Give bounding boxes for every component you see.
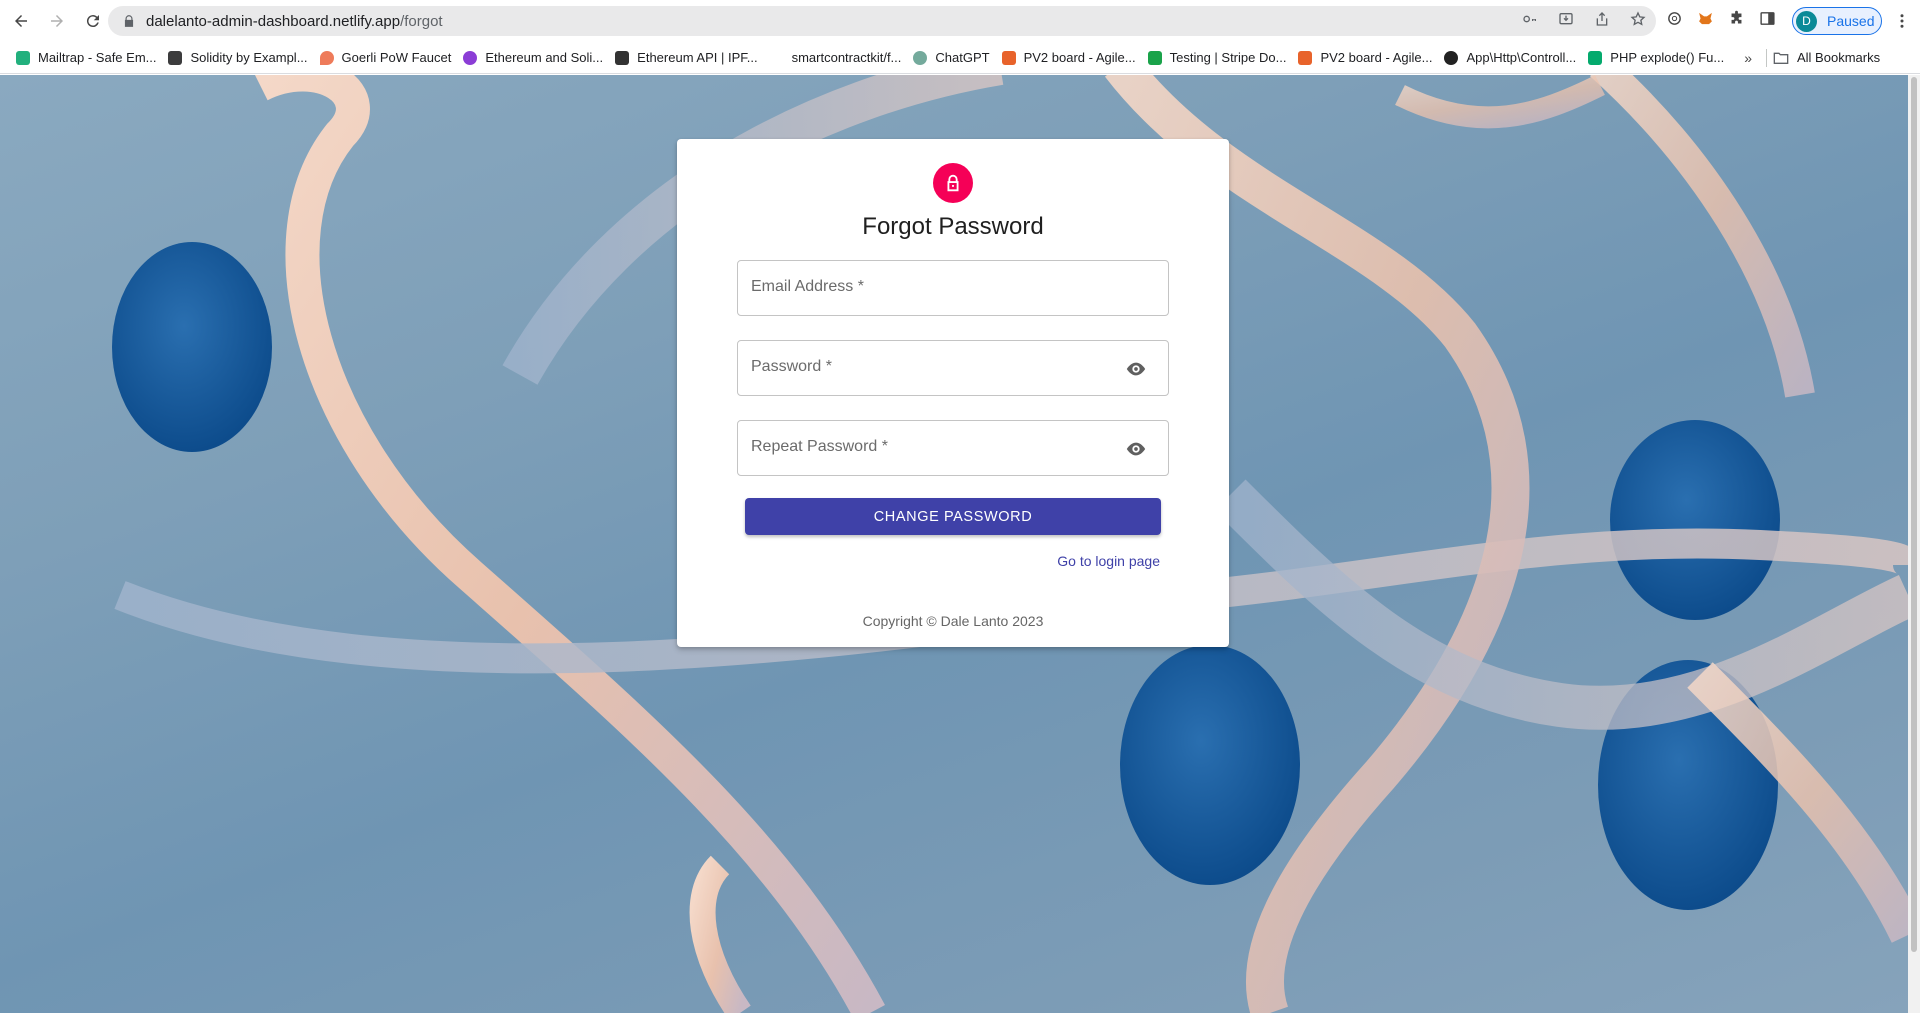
password-input[interactable]: [738, 341, 1168, 395]
eye-icon[interactable]: [1124, 437, 1148, 461]
page-title: Forgot Password: [862, 213, 1044, 240]
password-field[interactable]: Password *: [737, 340, 1169, 396]
bookmark-star-icon[interactable]: [1630, 10, 1646, 32]
page-viewport: Forgot Password Email Address * Password…: [0, 75, 1908, 1013]
copyright-text: Copyright © Dale Lanto 2023: [862, 613, 1044, 629]
bookmarks-divider: [1766, 48, 1767, 67]
bookmark-favicon-icon: [1147, 50, 1162, 65]
extensions-area: [1666, 6, 1776, 36]
bookmark-favicon-icon: [615, 50, 630, 65]
extensions-puzzle-icon[interactable]: [1728, 10, 1745, 32]
bookmark-item[interactable]: PV2 board - Agile...: [1294, 45, 1440, 71]
folder-icon: [1773, 52, 1789, 64]
bookmark-favicon-icon: [913, 50, 928, 65]
bookmark-favicon-icon: [319, 50, 334, 65]
url-text: dalelanto-admin-dashboard.netlify.app/fo…: [146, 12, 443, 30]
bookmark-item[interactable]: Goerli PoW Faucet: [316, 45, 460, 71]
side-panel-icon[interactable]: [1759, 10, 1776, 32]
go-to-login-link[interactable]: Go to login page: [1057, 553, 1160, 569]
bookmark-item[interactable]: Solidity by Exampl...: [164, 45, 315, 71]
bookmark-item[interactable]: Ethereum API | IPF...: [611, 45, 765, 71]
bookmark-item[interactable]: Mailtrap - Safe Em...: [12, 45, 164, 71]
bookmark-item[interactable]: PV2 board - Agile...: [998, 45, 1144, 71]
forgot-password-card: Forgot Password Email Address * Password…: [677, 139, 1229, 647]
repeat-password-field[interactable]: Repeat Password *: [737, 420, 1169, 476]
site-info-icon[interactable]: [122, 14, 136, 28]
repeat-password-input[interactable]: [738, 421, 1168, 475]
back-icon[interactable]: [6, 6, 36, 36]
bookmark-favicon-icon: [1001, 50, 1016, 65]
bookmark-item[interactable]: ChatGPT: [909, 45, 997, 71]
eye-icon[interactable]: [1124, 357, 1148, 381]
lock-icon: [933, 163, 973, 203]
bookmark-item[interactable]: smartcontractkit/f...: [766, 45, 910, 71]
bookmark-favicon-icon: [769, 50, 784, 65]
bookmark-favicon-icon: [463, 50, 478, 65]
bookmark-favicon-icon: [1588, 50, 1603, 65]
email-input[interactable]: [738, 261, 1168, 315]
page-scrollbar[interactable]: [1908, 75, 1920, 1013]
browser-menu-icon[interactable]: [1892, 8, 1912, 34]
bookmark-item[interactable]: App\Http\Controll...: [1440, 45, 1584, 71]
profile-status: Paused: [1827, 13, 1875, 29]
bookmark-item[interactable]: Ethereum and Soli...: [459, 45, 611, 71]
reload-icon[interactable]: [78, 6, 108, 36]
bookmark-item[interactable]: Testing | Stripe Do...: [1144, 45, 1295, 71]
email-field[interactable]: Email Address *: [737, 260, 1169, 316]
more-bookmarks-icon[interactable]: »: [1736, 50, 1760, 66]
profile-avatar: D: [1796, 10, 1817, 32]
extension-circle-icon[interactable]: [1666, 10, 1683, 32]
all-bookmarks-button[interactable]: All Bookmarks: [1773, 50, 1880, 65]
bookmark-favicon-icon: [1298, 50, 1313, 65]
metamask-fox-icon[interactable]: [1697, 10, 1714, 32]
bookmarks-bar: Mailtrap - Safe Em... Solidity by Exampl…: [0, 42, 1920, 74]
address-bar[interactable]: dalelanto-admin-dashboard.netlify.app/fo…: [108, 6, 1656, 36]
password-key-icon[interactable]: [1522, 11, 1538, 32]
share-icon[interactable]: [1594, 11, 1610, 32]
profile-button[interactable]: D Paused: [1792, 7, 1882, 35]
scrollbar-thumb[interactable]: [1911, 77, 1917, 952]
bookmark-favicon-icon: [1444, 50, 1459, 65]
forward-icon[interactable]: [42, 6, 72, 36]
bookmark-item[interactable]: PHP explode() Fu...: [1584, 45, 1732, 71]
bookmark-favicon-icon: [16, 50, 30, 65]
bookmark-favicon-icon: [168, 50, 183, 65]
change-password-button[interactable]: CHANGE PASSWORD: [745, 498, 1161, 535]
install-app-icon[interactable]: [1558, 11, 1574, 32]
